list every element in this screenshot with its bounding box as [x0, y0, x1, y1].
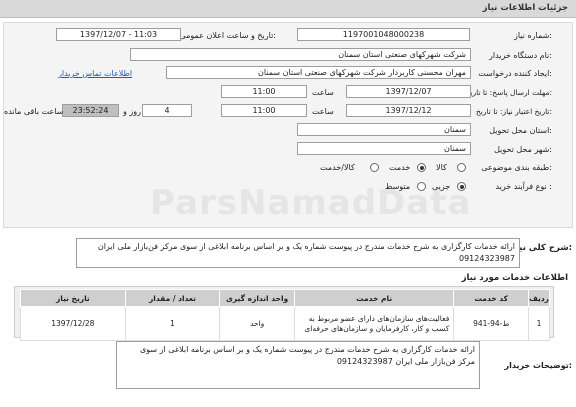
province-label: استان محل تحویل: — [489, 126, 552, 135]
city-label: شهر محل تحویل: — [494, 145, 552, 154]
buyer-contact-link[interactable]: اطلاعات تماس خریدار — [58, 69, 132, 78]
remaining-label: ساعت باقی مانده — [4, 107, 64, 116]
city-field: سمنان — [297, 142, 471, 155]
col-row: ردیف — [528, 289, 550, 307]
cell-row: 1 — [528, 306, 550, 341]
cell-date: 1397/12/28 — [20, 306, 126, 341]
category-option-service: خدمت — [389, 163, 411, 172]
summary-label: شرح کلی نیاز: — [511, 243, 572, 253]
buyer-label: نام دستگاه خریدار: — [488, 51, 552, 60]
validity-label: تاریخ اعتبار نیاز: تا تاریخ: — [475, 107, 552, 116]
send-deadline-label: مهلت ارسال پاسخ: تا تاریخ: — [465, 88, 552, 97]
category-radio-goods-service[interactable] — [370, 163, 379, 172]
days-label: روز و — [123, 107, 141, 116]
services-table: ردیف کد خدمت نام خدمت واحد اندازه گیری ت… — [20, 289, 550, 341]
process-label: نوع فرآیند خرید : — [495, 182, 552, 191]
category-option-goods-service: کالا/خدمت — [320, 163, 355, 172]
category-radio-service[interactable] — [417, 163, 426, 172]
send-time-field: 11:00 — [221, 85, 307, 98]
cell-name: فعالیت‌های سازمان‌های دارای عضو مربوط به… — [293, 306, 455, 341]
validity-time-field: 11:00 — [221, 104, 307, 117]
col-date: تاریخ نیاز — [20, 289, 126, 307]
category-radio-goods[interactable] — [457, 163, 466, 172]
process-radio-medium[interactable] — [417, 182, 426, 191]
category-option-goods: کالا — [436, 163, 447, 172]
need-number-label: شماره نیاز: — [513, 31, 552, 40]
table-row: 1 ط-94-941 فعالیت‌های سازمان‌های دارای ع… — [20, 306, 550, 341]
days-field: 4 — [142, 104, 192, 117]
validity-time-label: ساعت — [312, 107, 334, 116]
need-number-field: 1197001048000238 — [297, 28, 470, 41]
creator-field: مهران محسنی کاربردار شرکت شهرکهای صنعتی … — [166, 66, 471, 79]
send-time-label: ساعت — [312, 88, 334, 97]
process-option-minor: جزیی — [432, 182, 451, 191]
services-title: اطلاعات خدمات مورد نیاز — [461, 273, 568, 283]
notes-text: ارائه خدمات کارگزاری به شرح خدمات مندرج … — [116, 341, 480, 389]
announce-field: 1397/12/07 - 11:03 — [56, 28, 181, 41]
col-code: کد خدمت — [453, 289, 530, 307]
page-header: جزئیات اطلاعات نیاز — [0, 0, 576, 18]
cell-code: ط-94-941 — [453, 306, 530, 341]
send-date-field: 1397/12/07 — [346, 85, 471, 98]
page-title: جزئیات اطلاعات نیاز — [482, 3, 568, 13]
col-name: نام خدمت — [293, 289, 455, 307]
announce-label: تاریخ و ساعت اعلان عمومی: — [179, 31, 276, 40]
services-table-header: ردیف کد خدمت نام خدمت واحد اندازه گیری ت… — [20, 289, 550, 307]
category-label: طبقه بندی موضوعی: — [481, 163, 552, 172]
buyer-field: شرکت شهرکهای صنعتی استان سمنان — [130, 48, 471, 61]
col-qty: تعداد / مقدار — [124, 289, 221, 307]
col-unit: واحد اندازه گیری — [219, 289, 295, 307]
remaining-timer: 23:52:24 — [62, 104, 119, 117]
process-radio-minor[interactable] — [457, 182, 466, 191]
process-option-medium: متوسط — [385, 182, 411, 191]
validity-date-field: 1397/12/12 — [346, 104, 471, 117]
creator-label: ایجاد کننده درخواست: — [478, 69, 552, 78]
cell-qty: 1 — [124, 306, 221, 341]
province-field: سمنان — [297, 123, 471, 136]
notes-label: توضیحات خریدار: — [504, 361, 572, 370]
cell-unit: واحد — [219, 306, 295, 341]
summary-text: ارائه خدمات کارگزاری به شرح خدمات مندرج … — [76, 238, 520, 268]
